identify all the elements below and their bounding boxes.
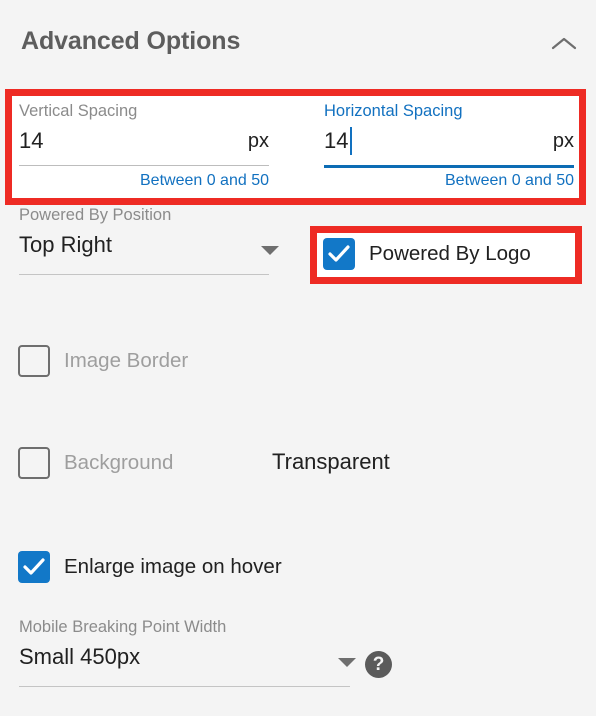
vertical-spacing-underline <box>19 165 269 166</box>
background-label: Background <box>64 451 174 474</box>
panel-header: Advanced Options <box>0 0 596 88</box>
vertical-spacing-field[interactable]: Vertical Spacing 14 px Between 0 and 50 <box>19 89 269 205</box>
horizontal-spacing-hint: Between 0 and 50 <box>445 172 574 189</box>
horizontal-spacing-input[interactable]: 14 <box>324 128 348 154</box>
question-mark-icon[interactable]: ? <box>365 651 392 678</box>
chevron-down-icon[interactable] <box>261 246 279 255</box>
horizontal-spacing-field[interactable]: Horizontal Spacing 14 px Between 0 and 5… <box>324 89 574 205</box>
advanced-options-panel: Advanced Options Vertical Spacing 14 px … <box>0 0 596 716</box>
page-title: Advanced Options <box>21 27 241 55</box>
horizontal-spacing-underline <box>324 165 574 168</box>
horizontal-spacing-label: Horizontal Spacing <box>324 102 463 120</box>
powered-by-position-label: Powered By Position <box>19 206 172 224</box>
checkbox-checked-icon[interactable] <box>18 551 50 583</box>
vertical-spacing-unit: px <box>247 130 269 152</box>
enlarge-on-hover-checkbox-row[interactable]: Enlarge image on hover <box>18 551 282 583</box>
image-border-label: Image Border <box>64 349 189 372</box>
powered-by-position-underline <box>19 274 269 275</box>
chevron-up-icon <box>551 36 577 52</box>
image-border-checkbox-row[interactable]: Image Border <box>18 345 188 377</box>
help-glyph: ? <box>372 653 385 675</box>
background-checkbox-row[interactable]: Background <box>18 447 173 479</box>
text-caret <box>350 127 352 155</box>
vertical-spacing-hint: Between 0 and 50 <box>140 172 269 189</box>
collapse-panel-button[interactable] <box>548 28 580 60</box>
mobile-breaking-point-label: Mobile Breaking Point Width <box>19 618 227 636</box>
mobile-breaking-point-value: Small 450px <box>19 644 141 669</box>
powered-by-logo-label: Powered By Logo <box>369 242 531 265</box>
mobile-breaking-point-underline <box>19 686 350 687</box>
checkbox-checked-icon[interactable] <box>323 238 355 270</box>
checkbox-unchecked-icon[interactable] <box>18 345 50 377</box>
checkbox-unchecked-icon[interactable] <box>18 447 50 479</box>
vertical-spacing-label: Vertical Spacing <box>19 102 138 120</box>
powered-by-logo-checkbox-row[interactable]: Powered By Logo <box>323 238 531 270</box>
spacing-fields-row: Vertical Spacing 14 px Between 0 and 50 … <box>0 89 596 205</box>
background-value: Transparent <box>272 449 390 474</box>
chevron-down-icon[interactable] <box>338 658 356 667</box>
horizontal-spacing-unit: px <box>552 130 574 152</box>
vertical-spacing-input[interactable]: 14 <box>19 128 43 154</box>
enlarge-on-hover-label: Enlarge image on hover <box>64 555 282 578</box>
powered-by-position-value: Top Right <box>19 232 112 257</box>
